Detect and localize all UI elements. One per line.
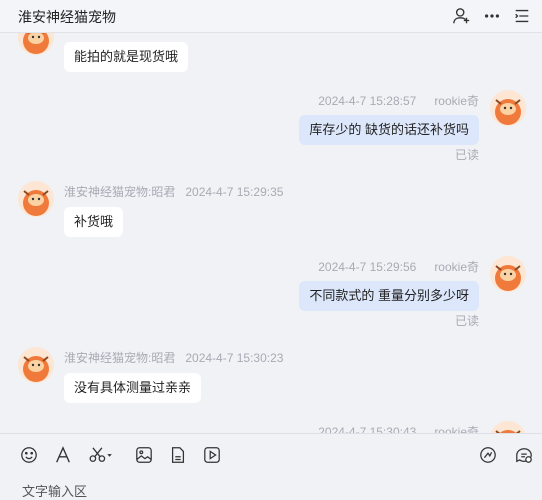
message-time: 2024-4-7 15:30:43: [318, 425, 417, 433]
message-bubble: 没有具体测量过亲亲: [64, 373, 202, 403]
emoji-icon[interactable]: [18, 444, 40, 466]
more-icon[interactable]: [482, 6, 502, 26]
read-status: 已读: [454, 148, 479, 162]
message-bubble: 库存少的 缺货的话还补货吗: [299, 115, 479, 145]
quick-reply-icon[interactable]: [477, 444, 499, 466]
message-meta: 2024-4-7 15:30:43 rookie奇: [318, 423, 479, 433]
message-sender: rookie奇: [434, 94, 479, 108]
file-icon[interactable]: [167, 444, 189, 466]
image-icon[interactable]: [133, 444, 155, 466]
read-status: 已读: [454, 314, 479, 328]
scissors-icon[interactable]: [86, 444, 116, 466]
message-bubble: 不同款式的 重量分别多少呀: [299, 281, 479, 311]
message-sender: rookie奇: [434, 260, 479, 274]
video-icon[interactable]: [201, 444, 223, 466]
avatar[interactable]: [490, 90, 526, 126]
message-sender: 淮安神经猫宠物:昭君: [64, 185, 176, 199]
chat-title: 淮安神经猫宠物: [18, 9, 116, 25]
message-meta: 2024-4-7 15:28:57 rookie奇: [318, 92, 479, 109]
chat-header: 淮安神经猫宠物: [0, 0, 542, 33]
add-member-icon[interactable]: [452, 6, 472, 26]
avatar[interactable]: [490, 421, 526, 433]
avatar[interactable]: [18, 33, 54, 55]
menu-icon[interactable]: [512, 6, 532, 26]
message-time: 2024-4-7 15:28:57: [318, 94, 417, 108]
font-icon[interactable]: [52, 444, 74, 466]
message-input[interactable]: 文字输入区: [22, 481, 87, 500]
message-time: 2024-4-7 15:29:35: [185, 185, 284, 199]
message-meta: 2024-4-7 15:29:56 rookie奇: [318, 258, 479, 275]
message-list[interactable]: 能拍的就是现货哦 2024-4-7 15:28:57 rookie奇 库存少的 缺…: [0, 33, 542, 433]
message-time: 2024-4-7 15:29:56: [318, 260, 417, 274]
avatar[interactable]: [490, 256, 526, 292]
message-sender: 淮安神经猫宠物:昭君: [64, 351, 176, 365]
input-toolbar: [0, 433, 542, 473]
avatar[interactable]: [18, 347, 54, 383]
message-time: 2024-4-7 15:30:23: [185, 351, 284, 365]
message-bubble: 能拍的就是现货哦: [64, 42, 189, 72]
chat-record-icon[interactable]: [513, 444, 535, 466]
message-meta: 淮安神经猫宠物:昭君 2024-4-7 15:29:35: [64, 183, 283, 200]
avatar[interactable]: [18, 181, 54, 217]
message-sender: rookie奇: [434, 425, 479, 433]
message-meta: 淮安神经猫宠物:昭君 2024-4-7 15:30:23: [64, 349, 283, 366]
message-bubble: 补货哦: [64, 207, 124, 237]
